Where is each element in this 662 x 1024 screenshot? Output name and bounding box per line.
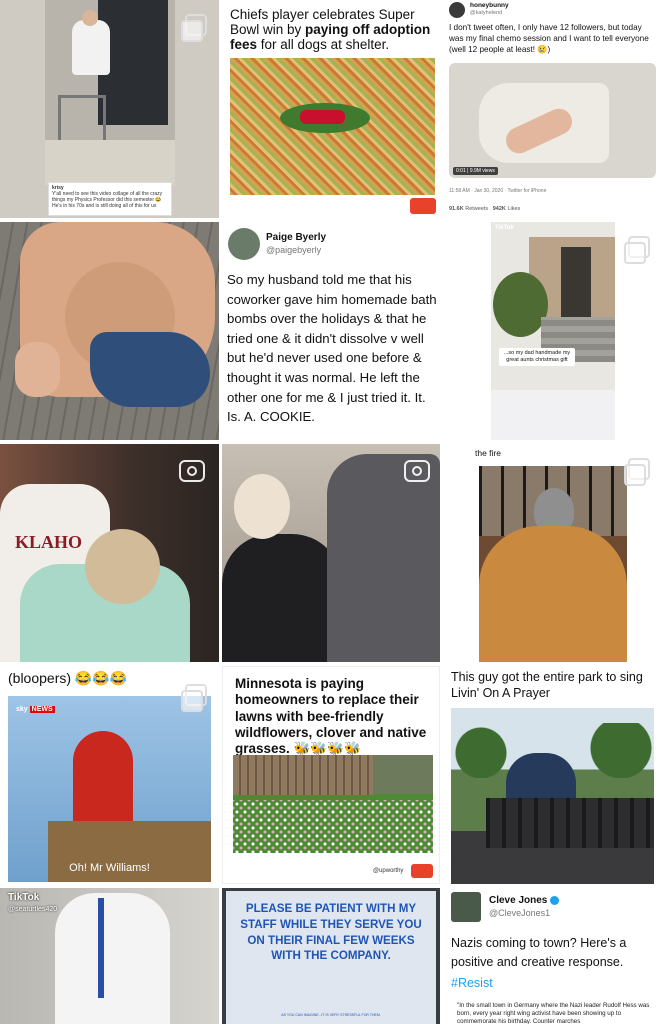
sign-text: PLEASE BE PATIENT WITH MY STAFF WHILE TH…	[240, 902, 422, 963]
chiefs-headline: Chiefs player celebrates Super Bowl win …	[230, 7, 438, 52]
tweet-name: Cleve Jones	[489, 895, 560, 906]
tweet-text: I don't tweet often, I only have 12 foll…	[449, 23, 649, 54]
brand-tag: NEWS	[29, 706, 55, 713]
video-badge: 0:01 | 9.9M views	[453, 167, 498, 175]
professor-head	[82, 10, 98, 26]
toddler-head	[85, 529, 160, 604]
caption-text: the fire	[475, 448, 501, 458]
quote-text: "In the small town in Germany where the …	[457, 1002, 650, 1024]
tweet-text: Nazis coming to town? Here's a positive …	[451, 936, 627, 969]
sky-news-logo: sky NEWS	[16, 706, 55, 713]
tile-park-video[interactable]: This guy got the entire park to sing Liv…	[443, 666, 662, 884]
caption-card: krisy Y'all need to see this video colla…	[48, 182, 172, 216]
video-camera-icon	[404, 460, 430, 482]
tweet-handle: @paigebyerly	[266, 245, 322, 255]
dog-paw	[15, 342, 60, 397]
tile-professor[interactable]: krisy Y'all need to see this video colla…	[0, 0, 219, 218]
tweet-name: honeybunny	[470, 2, 509, 9]
tweet-video[interactable]: 0:01 | 9.9M views	[449, 63, 656, 178]
headline: Minnesota is paying homeowners to replac…	[235, 676, 427, 757]
bench	[486, 798, 654, 848]
video-caption: ...so my dad handmade my great aunts chr…	[499, 348, 575, 366]
name-text: Cleve Jones	[489, 895, 548, 906]
flowers	[233, 800, 433, 853]
like-label: Likes	[507, 206, 521, 212]
upworthy-logo	[410, 198, 436, 214]
retweet-label: Retweets	[465, 206, 489, 212]
tile-chiefs-headline[interactable]: Chiefs player celebrates Super Bowl win …	[222, 0, 440, 218]
tiktok-brand: TikTok	[495, 225, 514, 231]
tweet-name: Paige Byerly	[266, 232, 327, 243]
tile-aunts-gift[interactable]: TikTok ...so my dad handmade my great au…	[443, 222, 662, 440]
tweet-handle: @CleveJones1	[489, 908, 551, 918]
tiktok-handle: @seaturtles420	[8, 906, 58, 913]
brand: sky	[16, 706, 28, 713]
tile-dog-toy[interactable]	[0, 222, 219, 440]
tweet-timestamp: 11:58 AM · Jan 30, 2020 · Twitter for iP…	[449, 188, 547, 194]
snow	[491, 390, 615, 440]
wildflower-photo	[233, 755, 433, 853]
tile-cleve-tweet[interactable]: Cleve Jones @CleveJones1 Nazis coming to…	[443, 888, 662, 1024]
multi-image-icon	[181, 684, 207, 712]
shrub	[493, 272, 548, 337]
teacher	[55, 893, 170, 1024]
woman-cape	[222, 534, 342, 662]
credit: @upworthy	[373, 868, 404, 874]
player-jersey	[300, 110, 345, 124]
lanyard	[98, 898, 104, 998]
doorway	[561, 247, 591, 317]
multi-image-icon	[181, 14, 207, 42]
tile-honeybunny-tweet[interactable]: honeybunny @katyhelend I don't tweet oft…	[443, 0, 662, 218]
image-collage-grid: krisy Y'all need to see this video colla…	[0, 0, 662, 1024]
stylist	[327, 454, 440, 662]
woman-head	[234, 474, 290, 539]
elmo-video: sky NEWS Oh! Mr Williams!	[8, 696, 211, 882]
tweet-handle: @katyhelend	[470, 10, 503, 16]
avatar	[228, 228, 260, 260]
video-camera-icon	[179, 460, 205, 482]
headline-tail: for all dogs at shelter.	[257, 37, 390, 52]
tweet-text: So my husband told me that his coworker …	[227, 272, 437, 425]
tile-haircut-video[interactable]	[222, 444, 440, 662]
multi-image-icon	[624, 458, 650, 486]
video-views: 9.9M views	[469, 168, 495, 174]
house-video: TikTok ...so my dad handmade my great au…	[491, 222, 615, 440]
tile-minnesota-post[interactable]: Minnesota is paying homeowners to replac…	[222, 666, 440, 884]
sign-footnote: AS YOU CAN IMAGINE...IT IS VERY STRESSFU…	[281, 1013, 381, 1017]
professor-figure	[72, 20, 110, 75]
tweet-stats: 91.6K Retweets 942K Likes	[449, 206, 520, 212]
confetti-photo	[230, 58, 435, 195]
verified-icon	[550, 895, 560, 905]
tile-paige-tweet[interactable]: Paige Byerly @paigebyerly So my husband …	[222, 222, 440, 440]
top-caption: (bloopers) 😂😂😂	[8, 670, 128, 686]
park-photo	[451, 708, 654, 884]
caption-text: This guy got the entire park to sing Liv…	[451, 670, 643, 700]
multi-image-icon	[624, 236, 650, 264]
tile-koala-dog[interactable]: the fire	[443, 444, 662, 662]
shirt-text: KLAHO	[15, 532, 83, 552]
hashtag[interactable]: #Resist	[451, 976, 493, 990]
upworthy-logo	[411, 864, 433, 878]
tile-teacher-video[interactable]: TikTok @seaturtles420	[0, 888, 219, 1024]
koala-photo	[479, 466, 627, 662]
blue-toy	[90, 332, 210, 407]
avatar	[451, 892, 481, 922]
video-time: 0:01	[456, 168, 466, 174]
golden-dog	[479, 526, 627, 662]
tile-patience-sign[interactable]: PLEASE BE PATIENT WITH MY STAFF WHILE TH…	[222, 888, 440, 1024]
tile-oklahoma-video[interactable]: KLAHO	[0, 444, 219, 662]
subtitle: Oh! Mr Williams!	[69, 862, 150, 874]
caption-text: Y'all need to see this video collage of …	[52, 191, 163, 209]
fence	[233, 755, 373, 795]
tile-elmo-video[interactable]: (bloopers) 😂😂😂 sky NEWS Oh! Mr Williams!	[0, 666, 219, 884]
sign: PLEASE BE PATIENT WITH MY STAFF WHILE TH…	[226, 891, 436, 1024]
sidewalk	[45, 140, 175, 185]
like-count: 942K	[492, 206, 506, 212]
retweet-count: 91.6K	[449, 206, 464, 212]
avatar	[449, 2, 465, 18]
tiktok-brand: TikTok	[8, 892, 40, 903]
